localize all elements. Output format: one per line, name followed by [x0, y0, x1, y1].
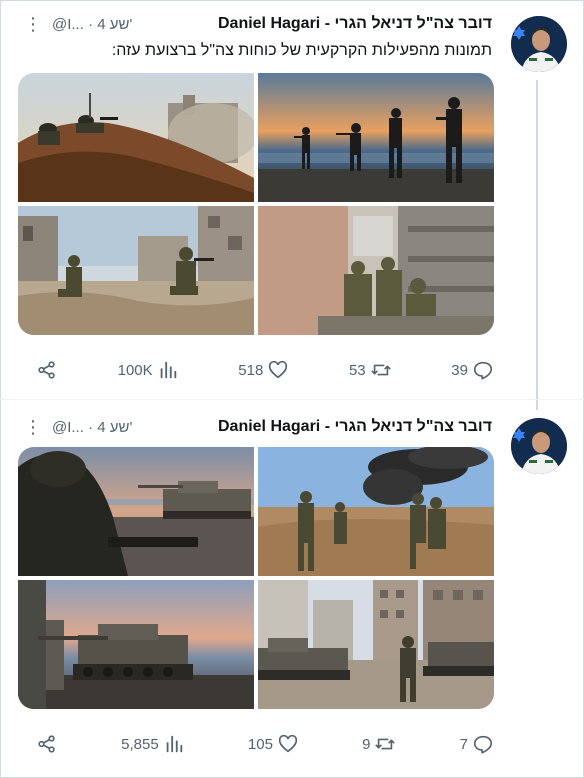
share-icon	[38, 735, 55, 753]
retweets-count: 53	[348, 361, 366, 379]
timestamp[interactable]: 4 שע'	[97, 419, 132, 436]
avatar[interactable]	[511, 418, 567, 474]
more-vertical-icon[interactable]: ⋮	[24, 417, 42, 438]
views-count: 100K	[117, 361, 153, 379]
media-grid	[18, 447, 494, 709]
tweet-meta: @I... · 4 שע'	[52, 419, 132, 436]
views-count: 5,855	[121, 735, 159, 753]
tweet[interactable]: ⋮ @I... · 4 שע' Daniel Hagari - דובר צה"…	[0, 0, 584, 400]
replies-count: 39	[451, 361, 468, 379]
meta-dot: ·	[88, 418, 98, 436]
photo-soldiers-with-smoke[interactable]	[258, 447, 494, 576]
views-button[interactable]: 5,855	[121, 733, 185, 755]
like-button[interactable]: 518	[238, 359, 289, 381]
avatar[interactable]	[511, 16, 567, 72]
tweet-actions: 100K 518 53 39	[36, 356, 494, 384]
tweet[interactable]: ⋮ @I... · 4 שע' Daniel Hagari - דובר צה"…	[0, 400, 584, 778]
photo-tank-in-city[interactable]	[258, 580, 494, 709]
avatar-image	[511, 16, 567, 72]
tweet-header: ⋮ @I... · 4 שע' Daniel Hagari - דובר צה"…	[24, 416, 492, 438]
reply-button[interactable]: 39	[451, 359, 494, 381]
share-button[interactable]	[36, 359, 58, 381]
timestamp[interactable]: 4 שע'	[97, 16, 132, 33]
heart-icon	[278, 734, 298, 753]
tweet-header: ⋮ @I... · 4 שע' Daniel Hagari - דובר צה"…	[24, 13, 492, 35]
heart-icon	[269, 360, 288, 379]
reply-icon	[473, 361, 493, 380]
handle[interactable]: @I...	[52, 16, 84, 33]
likes-count: 518	[238, 361, 264, 379]
reply-icon	[473, 735, 493, 754]
retweet-button[interactable]: 53	[349, 359, 392, 381]
likes-count: 105	[247, 735, 273, 753]
photo-soldiers-by-wall[interactable]	[258, 206, 494, 335]
like-button[interactable]: 105	[248, 733, 299, 755]
photo-soldiers-in-rubble[interactable]	[18, 206, 254, 335]
more-vertical-icon[interactable]: ⋮	[24, 14, 42, 35]
photo-soldiers-sunset-beach[interactable]	[258, 73, 494, 202]
retweet-icon	[371, 364, 391, 376]
avatar-image	[511, 418, 567, 474]
photo-soldier-and-tank[interactable]	[18, 447, 254, 576]
share-button[interactable]	[36, 733, 58, 755]
meta-dot: ·	[88, 15, 98, 33]
tweet-actions: 5,855 105 9 7	[36, 730, 494, 758]
bar-chart-icon	[166, 735, 182, 753]
reply-button[interactable]: 7	[460, 733, 494, 755]
bar-chart-icon	[160, 361, 176, 379]
views-button[interactable]: 100K	[118, 359, 179, 381]
tweet-meta: @I... · 4 שע'	[52, 16, 132, 33]
retweet-button[interactable]: 9	[362, 733, 396, 755]
retweet-icon	[375, 738, 395, 750]
share-icon	[38, 361, 55, 379]
author-name[interactable]: Daniel Hagari - דובר צה"ל דניאל הגרי	[218, 418, 492, 436]
retweets-count: 9	[362, 735, 371, 753]
tweet-text: תמונות מהפעילות הקרקעית של כוחות צה"ל בר…	[111, 42, 492, 59]
handle[interactable]: @I...	[52, 419, 84, 436]
media-grid	[18, 73, 494, 335]
photo-tank-at-sea[interactable]	[18, 580, 254, 709]
replies-count: 7	[459, 735, 468, 753]
photo-soldiers-on-mound[interactable]	[18, 73, 254, 202]
author-name[interactable]: Daniel Hagari - דובר צה"ל דניאל הגרי	[218, 15, 492, 33]
